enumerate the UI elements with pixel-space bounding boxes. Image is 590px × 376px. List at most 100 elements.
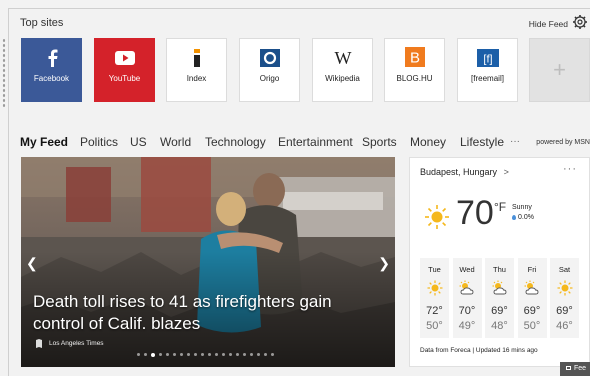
forecast-day[interactable]: Thu 69° 48° [485,258,514,338]
tab-politics[interactable]: Politics [80,135,118,149]
slide-dot[interactable] [144,353,147,356]
powered-by-msn: powered by MSN [536,139,590,146]
origo-icon [259,49,280,67]
partly-cloudy-icon [523,280,541,301]
forecast-day[interactable]: Fri 69° 50° [517,258,547,338]
hero-headline[interactable]: Death toll rises to 41 as firefighters g… [33,291,387,335]
slide-dot[interactable] [173,353,176,356]
tab-sports[interactable]: Sports [362,135,397,149]
forecast-high: 69° [523,305,541,317]
tab-lifestyle[interactable]: Lifestyle [460,135,504,149]
slide-dot[interactable] [271,353,274,356]
tab-money[interactable]: Money [410,135,446,149]
top-site-bloghu[interactable]: B BLOG.HU [384,38,445,102]
top-site-label: [freemail] [471,74,504,83]
previous-slide-button[interactable]: ❮ [26,255,38,272]
hero-source: Los Angeles Times [49,340,104,347]
sun-icon [425,205,449,229]
bloghu-icon: B [404,47,425,67]
tab-technology[interactable]: Technology [205,135,266,149]
top-site-wikipedia[interactable]: W Wikipedia [312,38,373,102]
temperature-unit[interactable]: °F [494,200,506,214]
sun-icon [427,280,443,301]
slide-dot[interactable] [180,353,183,356]
slide-dot[interactable] [257,353,260,356]
partly-cloudy-icon [458,280,476,301]
feedback-icon [566,366,571,371]
precipitation-value: 0.0% [518,214,534,221]
tab-my-feed[interactable]: My Feed [20,135,68,149]
weather-footer: Data from Foreca | Updated 16 mins ago [420,347,538,354]
top-site-origo[interactable]: Origo [239,38,300,102]
wikipedia-icon: W [334,49,351,67]
top-site-youtube[interactable]: YouTube [94,38,155,102]
weather-card[interactable]: Budapest, Hungary > ··· 70 °F Sunny 0.0%… [409,157,590,367]
forecast-low: 46° [556,320,573,332]
precipitation: 0.0% [512,214,534,221]
raindrop-icon [512,214,516,220]
slide-dot[interactable] [243,353,246,356]
feedback-button[interactable]: Fee [560,362,590,376]
forecast-day-name: Tue [428,265,441,274]
more-tabs-button[interactable]: ··· [510,136,520,147]
top-site-label: Origo [259,74,280,83]
forecast-low: 48° [491,320,508,332]
top-site-index[interactable]: Index [166,38,227,102]
svg-text:W: W [334,49,351,67]
window-resize-grip [2,38,6,108]
forecast-day[interactable]: Wed 70° 49° [452,258,482,338]
slide-dot[interactable] [222,353,225,356]
weather-location[interactable]: Budapest, Hungary > [420,167,509,177]
weather-location-name: Budapest, Hungary [420,167,498,177]
top-site-freemail[interactable]: [f] [freemail] [457,38,518,102]
top-site-label: Index [186,74,207,83]
top-site-label: BLOG.HU [396,74,433,83]
forecast-high: 70° [458,305,476,317]
slide-dot[interactable] [229,353,232,356]
slide-dot[interactable] [194,353,197,356]
slide-dot[interactable] [151,352,155,357]
svg-text:[f]: [f] [483,54,492,66]
weather-condition: Sunny [512,204,532,211]
forecast-low: 50° [426,320,443,332]
slide-dot[interactable] [264,353,267,356]
slide-dot[interactable] [137,353,140,356]
plus-icon: + [553,57,566,82]
forecast-day[interactable]: Sat 69° 46° [550,258,579,338]
slide-dot[interactable] [208,353,211,356]
forecast-day-name: Wed [459,265,475,274]
index-icon [193,49,200,67]
forecast-high: 72° [426,305,443,317]
more-options-button[interactable]: ··· [563,163,577,175]
next-slide-button[interactable]: ❯ [378,255,390,272]
current-temperature: 70 [456,194,494,232]
add-top-site-button[interactable]: + [529,38,590,102]
tab-us[interactable]: US [130,135,147,149]
slide-dot[interactable] [215,353,218,356]
forecast-day-name: Thu [493,265,506,274]
top-sites-title: Top sites [20,17,64,29]
source-logo-icon [36,339,42,348]
hero-image [21,157,395,367]
slide-dot[interactable] [166,353,169,356]
top-site-label: Facebook [33,74,70,83]
forecast-high: 69° [491,305,508,317]
sun-icon [557,280,573,301]
tab-world[interactable]: World [160,135,191,149]
top-site-facebook[interactable]: Facebook [21,38,82,102]
forecast-day-name: Fri [527,265,537,274]
facebook-icon [48,49,57,67]
slide-dot[interactable] [159,353,162,356]
slide-dot[interactable] [201,353,204,356]
forecast-day[interactable]: Tue 72° 50° [420,258,449,338]
gear-icon[interactable] [572,14,588,30]
slide-dot[interactable] [236,353,239,356]
hero-news-card[interactable]: ❮ ❯ Death toll rises to 41 as firefighte… [21,157,395,367]
youtube-icon [114,51,135,65]
slide-dot[interactable] [250,353,253,356]
tab-entertainment[interactable]: Entertainment [278,135,353,149]
slide-dot[interactable] [187,353,190,356]
hide-feed-link[interactable]: Hide Feed [529,19,568,29]
forecast-low: 49° [458,320,476,332]
svg-text:B: B [409,50,419,67]
